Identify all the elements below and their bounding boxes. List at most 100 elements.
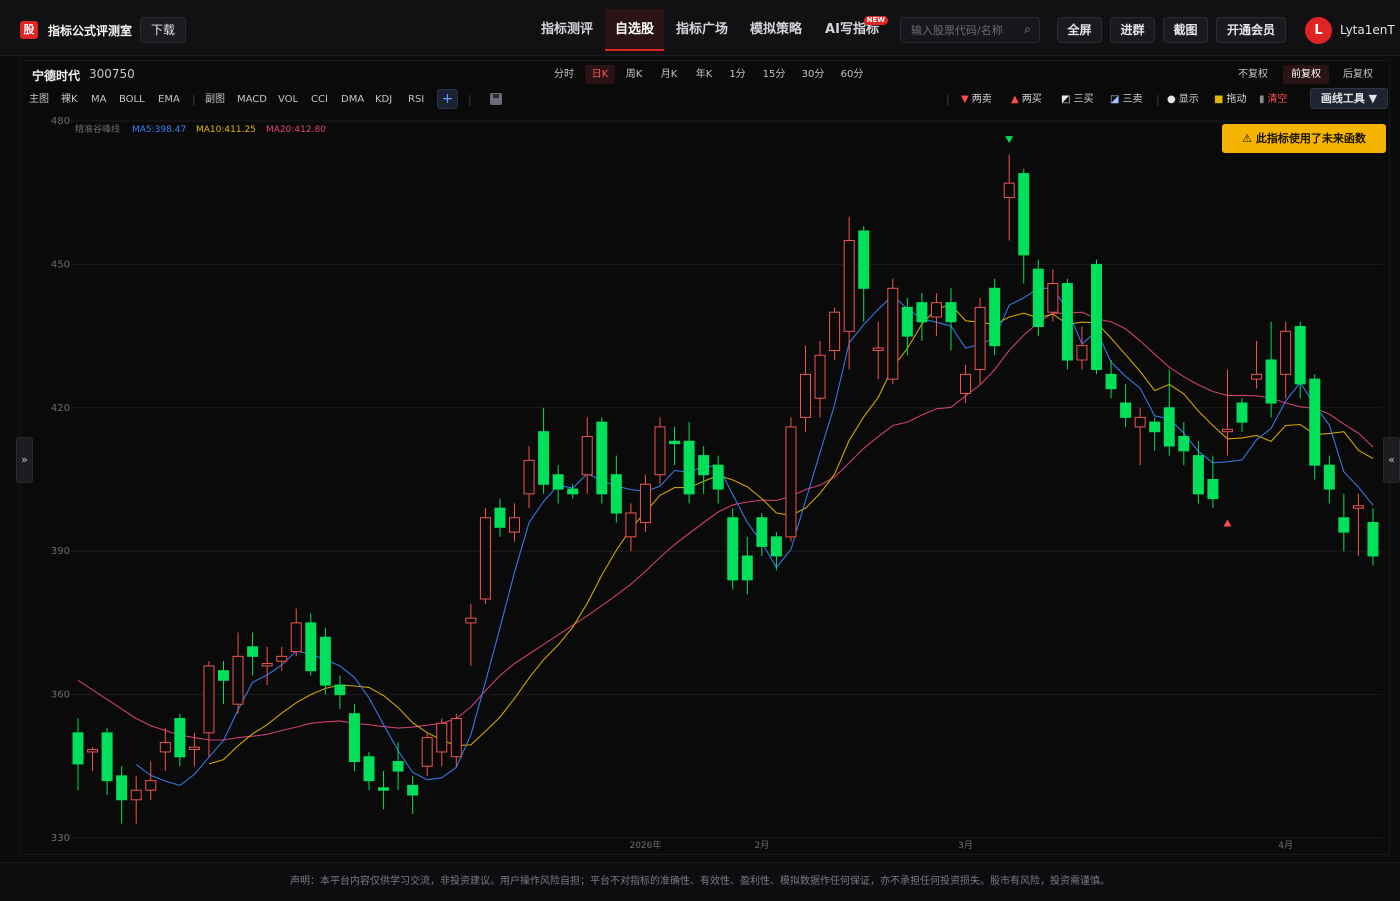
period-tab-30min[interactable]: 30分 xyxy=(797,65,829,84)
candle-body xyxy=(1207,479,1219,500)
period-tab-intraday[interactable]: 分时 xyxy=(550,65,578,84)
boll-toggle[interactable]: BOLL xyxy=(119,93,145,107)
period-tab-yearly[interactable]: 年K xyxy=(690,65,718,84)
candle-body xyxy=(72,732,84,765)
tool-two-sell[interactable]: ▼ 两卖 xyxy=(961,93,992,107)
disclaimer-footer: 声明：本平台内容仅供学习交流，非投资建议。用户操作风险自担；平台不对指标的准确性… xyxy=(0,862,1400,900)
candle-body xyxy=(989,287,1001,347)
kdj-toggle[interactable]: KDJ xyxy=(375,93,392,107)
tool-three-sell[interactable]: ◪ 三卖 xyxy=(1110,93,1142,107)
tool-two-buy[interactable]: ▲ 两买 xyxy=(1011,93,1042,107)
candle-body xyxy=(174,718,186,758)
tool-label: 三卖 xyxy=(1122,94,1143,105)
expand-left-panel-button[interactable]: » xyxy=(16,437,33,483)
x-tick-label: 2026年 xyxy=(629,839,661,850)
candle-body xyxy=(1178,435,1190,452)
candle-body xyxy=(87,749,99,753)
y-tick-label: 450 xyxy=(51,259,70,270)
candle-body xyxy=(1192,455,1204,495)
toolbar-divider: | xyxy=(946,93,950,106)
tool-three-buy[interactable]: ◩ 三买 xyxy=(1061,93,1093,107)
nav-tab-simulated-strategy[interactable]: 模拟策略 xyxy=(741,9,811,51)
nav-tab-indicator-review[interactable]: 指标测评 xyxy=(532,9,602,51)
candle-body xyxy=(494,507,506,528)
period-tab-daily[interactable]: 日K xyxy=(585,65,615,84)
macd-toggle[interactable]: MACD xyxy=(237,93,267,107)
warning-text: 此指标使用了未来函数 xyxy=(1255,132,1366,145)
ema-toggle[interactable]: EMA xyxy=(158,93,180,107)
user-avatar[interactable]: L xyxy=(1305,17,1332,44)
toolbar-divider: | xyxy=(192,93,196,106)
eye-icon: ● xyxy=(1167,94,1176,105)
lock-icon: ■ xyxy=(1214,94,1224,105)
period-tab-60min[interactable]: 60分 xyxy=(836,65,868,84)
nav-tab-indicator-plaza[interactable]: 指标广场 xyxy=(668,9,736,51)
candle-body xyxy=(116,775,128,801)
adjust-backward-tab[interactable]: 后复权 xyxy=(1338,65,1378,84)
tool-label: 显示 xyxy=(1178,94,1199,105)
adjust-none-tab[interactable]: 不复权 xyxy=(1233,65,1273,84)
candle-body xyxy=(392,761,404,772)
stock-code: 300750 xyxy=(89,67,135,81)
candle-body xyxy=(610,474,622,514)
sub-chart-toggle[interactable]: 副图 xyxy=(205,93,225,107)
candle-body xyxy=(1003,182,1015,198)
candle-body xyxy=(596,421,608,495)
candle-body xyxy=(741,555,753,581)
toolbar-divider: | xyxy=(468,93,472,106)
vol-toggle[interactable]: VOL xyxy=(278,93,298,107)
main-chart-toggle[interactable]: 主图 xyxy=(29,93,49,107)
candle-body xyxy=(916,302,928,323)
candle-body xyxy=(1018,173,1030,256)
candle-body xyxy=(261,663,273,667)
candle-body xyxy=(770,536,782,557)
down-triangle-icon: ▼ xyxy=(961,94,969,105)
adjust-forward-tab[interactable]: 前复权 xyxy=(1283,65,1329,84)
candle-body xyxy=(829,311,841,351)
nav-tab-watchlist[interactable]: 自选股 xyxy=(605,9,664,51)
candle-body xyxy=(247,646,259,657)
candlestick-chart[interactable]: 330 360 390 420 450 480 2026年 2月 3月 4月 xyxy=(22,112,1384,850)
save-icon[interactable] xyxy=(490,93,502,105)
candle-body xyxy=(974,306,986,371)
period-tab-1min[interactable]: 1分 xyxy=(725,65,750,84)
candle-body xyxy=(1323,464,1335,490)
fullscreen-button[interactable]: 全屏 xyxy=(1057,17,1102,43)
x-tick-label: 2月 xyxy=(754,840,769,850)
stock-name: 宁德时代 xyxy=(32,69,81,83)
candle-body xyxy=(232,655,244,705)
tool-show[interactable]: ● 显示 xyxy=(1167,93,1199,107)
drawing-tools-dropdown[interactable]: 画线工具 ▼ xyxy=(1310,88,1388,109)
download-button[interactable]: 下载 xyxy=(140,17,187,43)
candle-body xyxy=(305,622,317,672)
future-function-warning[interactable]: ⚠ 此指标使用了未来函数 xyxy=(1222,124,1386,153)
candle-body xyxy=(188,746,200,751)
candle-body xyxy=(1265,359,1277,404)
nav-tab-ai-write-indicator[interactable]: AI写指标 NEW xyxy=(816,9,888,51)
screenshot-button[interactable]: 截图 xyxy=(1163,17,1208,43)
tool-clear[interactable]: ▮ 清空 xyxy=(1259,93,1288,107)
search-icon[interactable]: ⌕ xyxy=(1024,22,1031,37)
ma-toggle[interactable]: MA xyxy=(91,93,106,107)
open-membership-button[interactable]: 开通会员 xyxy=(1216,17,1286,43)
dma-toggle[interactable]: DMA xyxy=(341,93,364,107)
cci-toggle[interactable]: CCI xyxy=(311,93,328,107)
naked-k-toggle[interactable]: 裸K xyxy=(61,93,78,107)
add-indicator-button[interactable]: + xyxy=(437,89,458,109)
period-tab-weekly[interactable]: 周K xyxy=(620,65,648,84)
period-tab-monthly[interactable]: 月K xyxy=(655,65,683,84)
candle-body xyxy=(800,373,811,418)
period-tab-15min[interactable]: 15分 xyxy=(758,65,790,84)
candle-body xyxy=(552,474,564,490)
expand-right-panel-button[interactable]: « xyxy=(1383,437,1400,483)
rsi-toggle[interactable]: RSI xyxy=(408,93,424,107)
candle-body xyxy=(1120,402,1132,418)
username[interactable]: Lyta1enT xyxy=(1340,23,1395,37)
candle-body xyxy=(159,741,171,753)
candle-body xyxy=(567,488,579,495)
stock-search-box[interactable]: ⌕ xyxy=(900,17,1040,43)
tool-drag[interactable]: ■ 拖动 xyxy=(1214,93,1246,107)
candle-body xyxy=(479,517,491,600)
join-group-button[interactable]: 进群 xyxy=(1110,17,1155,43)
stock-search-input[interactable] xyxy=(901,18,1013,42)
